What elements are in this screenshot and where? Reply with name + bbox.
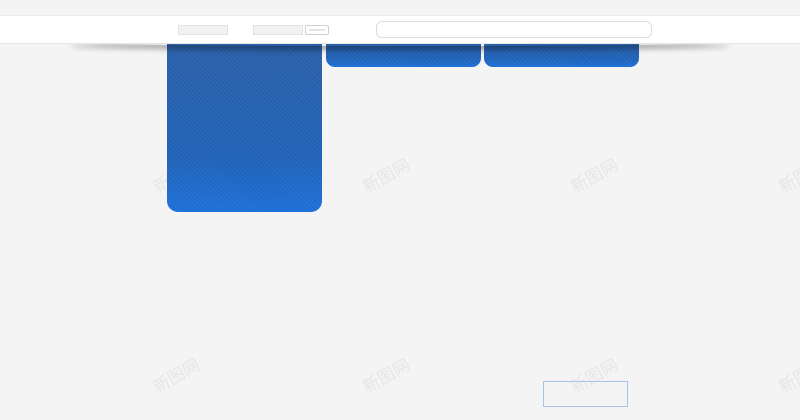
watermark-text: 新图网 (359, 355, 414, 399)
outline-button[interactable] (543, 381, 628, 407)
header-small-button[interactable] (305, 25, 329, 35)
watermark-text: 新图网 (567, 155, 622, 199)
watermark-text: 新图网 (775, 355, 800, 399)
header-field-1[interactable] (178, 25, 228, 35)
tab-panel-large[interactable] (167, 40, 322, 212)
watermark-text: 新图网 (359, 155, 414, 199)
watermark-text: 新图网 (149, 355, 204, 399)
header-field-2[interactable] (253, 25, 303, 35)
watermark-text: 新图网 (775, 155, 800, 199)
header-small-button-face (309, 29, 325, 31)
top-bar (0, 15, 800, 44)
search-input[interactable] (376, 21, 652, 38)
